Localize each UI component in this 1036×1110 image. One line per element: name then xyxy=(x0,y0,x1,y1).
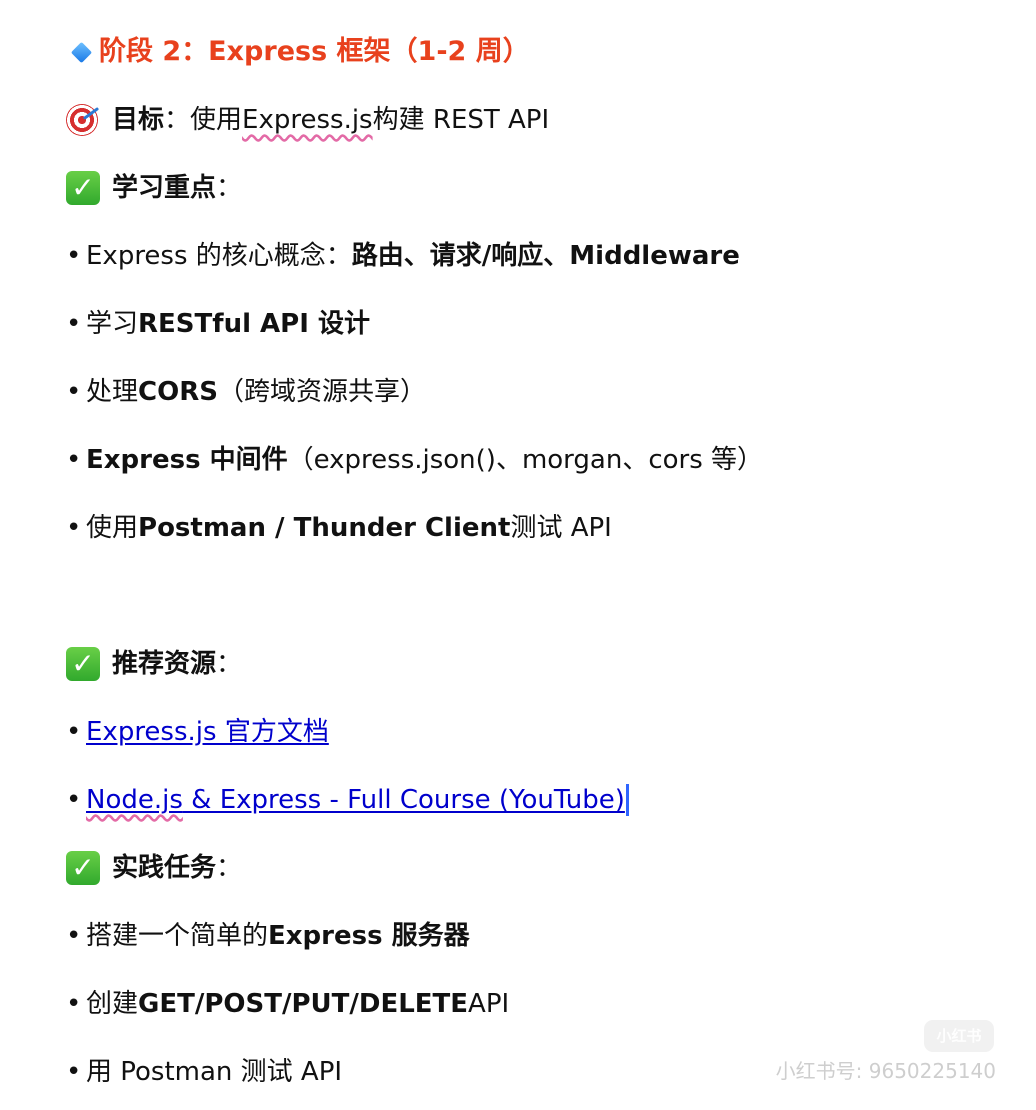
resource-item: • Node.js & Express - Full Course (YouTu… xyxy=(66,780,629,820)
stage-title-row: 阶段 2：Express 框架（1-2 周） xyxy=(66,32,530,72)
key-point-bold-text: Express 中间件 xyxy=(86,445,288,475)
key-point-item: • Express 的核心概念： 路由、请求/响应、Middleware xyxy=(66,236,740,276)
bullet-icon: • xyxy=(66,513,82,543)
practice-item: • 用 Postman 测试 API xyxy=(66,1052,342,1092)
practice-heading: 实践任务 xyxy=(112,853,217,883)
key-points-heading-row: ✓ 学习重点 ： xyxy=(66,168,242,208)
key-point-item: • Express 中间件 （express.json()、morgan、cor… xyxy=(66,440,763,480)
check-mark-icon: ✓ xyxy=(66,171,100,205)
node-express-course-link[interactable]: Node.js & Express - Full Course (YouTube… xyxy=(86,780,625,820)
goal-text-before: 使用 xyxy=(190,105,243,135)
target-icon xyxy=(66,104,98,136)
xiaohongshu-badge: 小红书 xyxy=(924,1020,994,1052)
practice-text: 搭建一个简单的 xyxy=(86,921,269,951)
resources-colon: ： xyxy=(216,649,243,679)
key-point-text: 处理 xyxy=(86,377,139,407)
key-point-bold-text: Postman / Thunder Client xyxy=(138,513,511,543)
bullet-icon: • xyxy=(66,1057,82,1087)
goal-label: 目标 xyxy=(112,105,165,135)
xiaohongshu-watermark: 小红书号: 9650225140 xyxy=(775,1059,996,1083)
stage-title: 阶段 2：Express 框架（1-2 周） xyxy=(99,36,530,67)
key-point-text: Express 的核心概念： xyxy=(86,241,352,271)
practice-bold-text: Express 服务器 xyxy=(268,921,470,951)
goal-row: 目标 ： 使用 Express.js 构建 REST API xyxy=(66,100,549,140)
check-mark-icon: ✓ xyxy=(66,647,100,681)
key-point-bold-text: RESTful API 设计 xyxy=(138,309,370,339)
practice-heading-row: ✓ 实践任务 ： xyxy=(66,848,242,888)
key-point-after-text: （express.json()、morgan、cors 等） xyxy=(287,445,764,475)
practice-item: • 搭建一个简单的 Express 服务器 xyxy=(66,916,470,956)
goal-text-after: 构建 REST API xyxy=(372,105,550,135)
key-point-after-text: （跨域资源共享） xyxy=(217,377,426,407)
key-point-item: • 学习 RESTful API 设计 xyxy=(66,304,370,344)
text-cursor xyxy=(625,784,629,816)
bullet-icon: • xyxy=(66,241,82,271)
goal-expressjs-term: Express.js xyxy=(242,105,373,135)
key-point-text: 学习 xyxy=(86,309,139,339)
blue-diamond-icon xyxy=(70,41,93,63)
bullet-icon: • xyxy=(66,989,82,1019)
key-point-item: • 处理 CORS （跨域资源共享） xyxy=(66,372,426,412)
resources-heading: 推荐资源 xyxy=(112,649,217,679)
document-page: 阶段 2：Express 框架（1-2 周） 目标 ： 使用 Express.j… xyxy=(0,0,1036,1110)
practice-text: 创建 xyxy=(86,989,139,1019)
bullet-icon: • xyxy=(66,445,82,475)
bullet-icon: • xyxy=(66,309,82,339)
nodejs-link-text: Node.js xyxy=(86,785,183,815)
key-points-heading: 学习重点 xyxy=(112,173,217,203)
course-link-rest-text: & Express - Full Course (YouTube) xyxy=(182,785,625,815)
key-point-bold-text: 路由、请求/响应、Middleware xyxy=(351,241,740,271)
practice-item: • 创建 GET/POST/PUT/DELETE API xyxy=(66,984,509,1024)
expressjs-docs-link[interactable]: Express.js 官方文档 xyxy=(86,712,329,752)
key-points-colon: ： xyxy=(216,173,243,203)
bullet-icon: • xyxy=(66,921,82,951)
bullet-icon: • xyxy=(66,717,82,747)
key-point-item: • 使用 Postman / Thunder Client 测试 API xyxy=(66,508,612,548)
practice-bold-text: GET/POST/PUT/DELETE xyxy=(138,989,469,1019)
practice-after-text: API xyxy=(468,989,510,1019)
bullet-icon: • xyxy=(66,785,82,815)
resources-heading-row: ✓ 推荐资源 ： xyxy=(66,644,242,684)
key-point-after-text: 测试 API xyxy=(510,513,612,543)
key-point-bold-text: CORS xyxy=(138,377,218,407)
resource-item: • Express.js 官方文档 xyxy=(66,712,329,752)
practice-colon: ： xyxy=(216,853,243,883)
check-mark-icon: ✓ xyxy=(66,851,100,885)
key-point-text: 使用 xyxy=(86,513,139,543)
goal-colon: ： xyxy=(164,105,191,135)
practice-text: 用 Postman 测试 API xyxy=(86,1057,343,1087)
bullet-icon: • xyxy=(66,377,82,407)
